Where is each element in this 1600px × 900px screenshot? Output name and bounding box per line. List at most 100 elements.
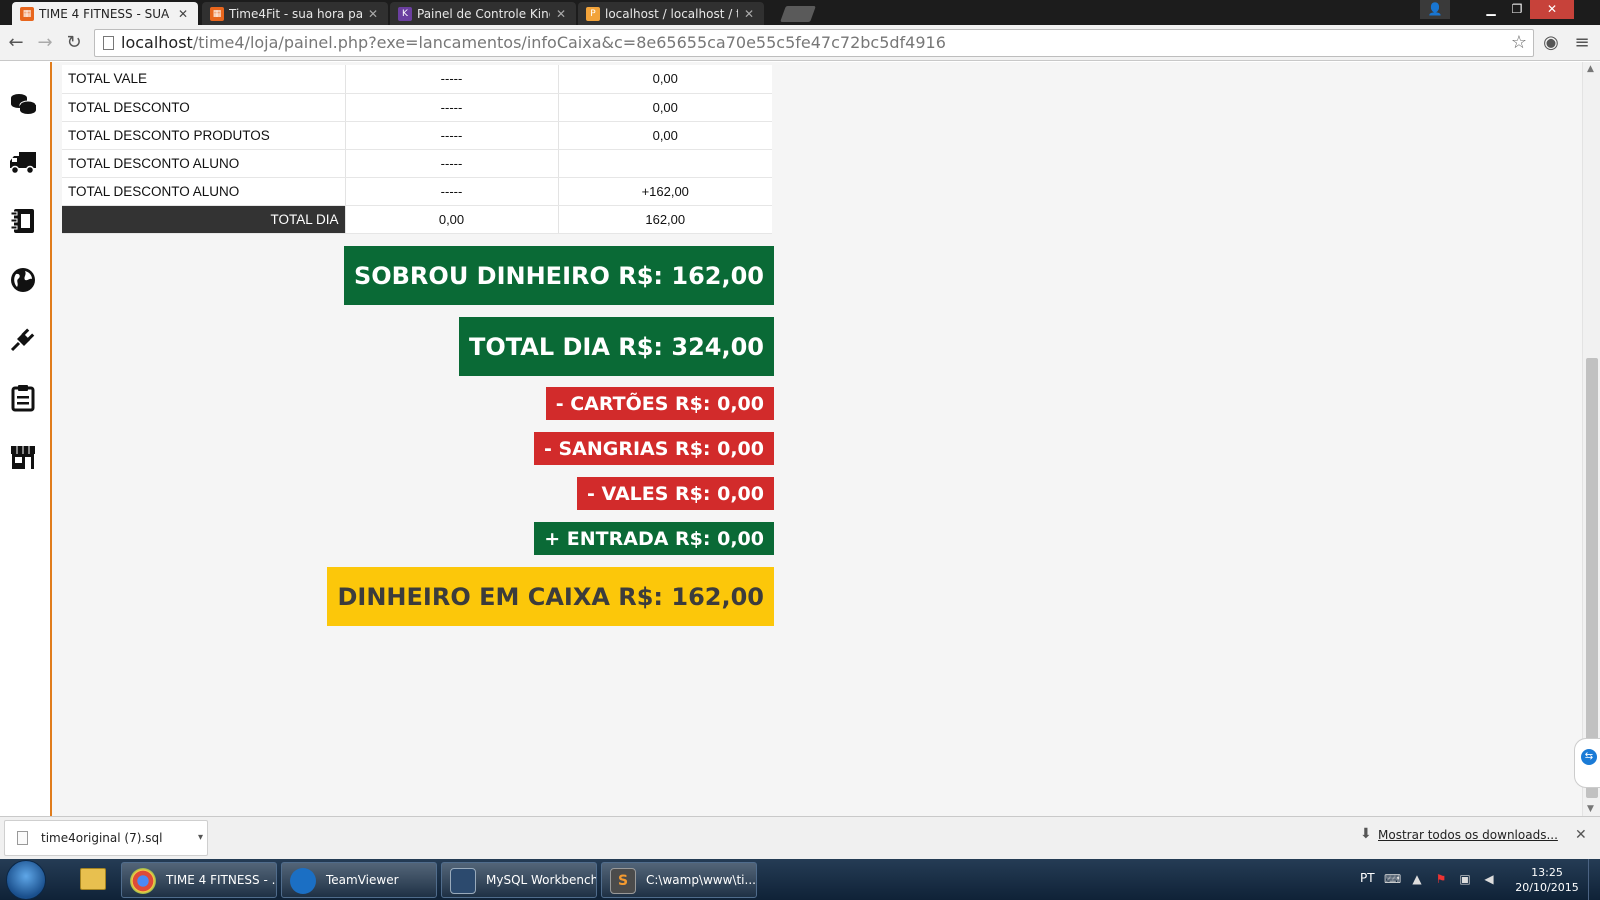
row-value-col3: 0,00 [557, 121, 772, 150]
new-tab-button[interactable] [780, 6, 816, 22]
total-value-col2: 0,00 [344, 205, 558, 234]
coins-icon[interactable] [8, 88, 38, 118]
tab-time4-fitness[interactable]: ▦ TIME 4 FITNESS - SUA HO ✕ [12, 2, 198, 25]
sangrias-box: - SANGRIAS R$: 0,00 [533, 432, 774, 465]
scroll-up-icon[interactable]: ▲ [1587, 64, 1594, 74]
keyboard-icon[interactable]: ⌨ [1384, 872, 1401, 886]
clock[interactable]: 13:25 20/10/2015 [1512, 865, 1582, 895]
store-icon[interactable] [8, 442, 38, 472]
show-all-downloads-link[interactable]: Mostrar todos os downloads... [1378, 828, 1558, 842]
book-icon[interactable] [8, 206, 38, 236]
download-item[interactable]: time4original (7).sql ▾ [4, 820, 208, 856]
row-label: TOTAL DESCONTO ALUNO [62, 149, 345, 178]
download-shelf: time4original (7).sql ▾ ⬇ Mostrar todos … [0, 816, 1600, 859]
page-scrollbar[interactable]: ▲ ▼ [1582, 62, 1600, 816]
phpmyadmin-icon: P [586, 6, 600, 21]
folder-icon [80, 868, 106, 890]
row-value-col2: ----- [344, 93, 558, 122]
row-value-col3: 0,00 [557, 65, 772, 94]
row-value-col2: ----- [344, 121, 558, 150]
forward-arrow-icon[interactable]: → [34, 32, 56, 54]
chevron-down-icon[interactable]: ▾ [198, 821, 203, 855]
close-window-icon[interactable]: ✕ [1530, 0, 1574, 19]
taskbar-button-mysql-workbench[interactable]: MySQL Workbench [441, 862, 597, 898]
tab-time4fit[interactable]: ▦ Time4Fit - sua hora para t ✕ [202, 2, 388, 25]
download-arrow-icon: ⬇ [1360, 826, 1372, 842]
address-bar[interactable]: localhost/time4/loja/painel.php?exe=lanc… [94, 29, 1534, 57]
row-label: TOTAL DESCONTO ALUNO [62, 177, 345, 206]
tab-close-icon[interactable]: ✕ [366, 7, 380, 21]
orange-grid-icon: ▦ [210, 6, 224, 21]
sobrou-dinheiro-box: SOBROU DINHEIRO R$: 162,00 [343, 246, 774, 305]
volume-icon[interactable]: ◀ [1482, 872, 1496, 886]
table-row: TOTAL DESCONTO PRODUTOS ----- 0,00 [62, 121, 772, 150]
tab-painel-controle[interactable]: K Painel de Controle Kinghc ✕ [390, 2, 576, 25]
extension-icon[interactable]: ◉ [1540, 32, 1562, 54]
teamviewer-widget[interactable]: ⇆ [1574, 738, 1600, 788]
taskbar-label: TeamViewer [326, 873, 399, 887]
table-row: TOTAL DESCONTO ALUNO ----- +162,00 [62, 177, 772, 206]
clock-date: 20/10/2015 [1515, 881, 1579, 894]
table-row: TOTAL VALE ----- 0,00 [62, 65, 772, 94]
vales-box: - VALES R$: 0,00 [577, 477, 774, 510]
row-value-col2: ----- [344, 65, 558, 94]
mysql-workbench-icon [450, 868, 476, 894]
dinheiro-em-caixa-box: DINHEIRO EM CAIXA R$: 162,00 [327, 567, 774, 626]
explorer-taskbar-button[interactable] [70, 862, 116, 898]
row-label: TOTAL DESCONTO [62, 93, 345, 122]
minimize-icon[interactable]: ▁ [1478, 0, 1504, 19]
windows-taskbar: TIME 4 FITNESS - ... TeamViewer MySQL Wo… [0, 859, 1600, 900]
network-icon[interactable]: ▣ [1458, 872, 1472, 886]
taskbar-label: MySQL Workbench [486, 873, 597, 887]
page-icon [103, 36, 114, 50]
row-label: TOTAL DESCONTO PRODUTOS [62, 121, 345, 150]
reload-icon[interactable]: ↻ [63, 32, 85, 54]
tab-close-icon[interactable]: ✕ [554, 7, 568, 21]
taskbar-label: C:\wamp\www\ti... [646, 873, 756, 887]
bookmark-star-icon[interactable]: ☆ [1511, 30, 1527, 56]
orange-grid-icon: ▦ [20, 6, 34, 21]
teamviewer-icon [290, 868, 316, 894]
clipboard-icon[interactable] [8, 383, 38, 413]
truck-icon[interactable] [8, 147, 38, 177]
tab-phpmyadmin[interactable]: P localhost / localhost / tim ✕ [578, 2, 764, 25]
row-value-col3: 0,00 [557, 93, 772, 122]
row-value-col2: ----- [344, 149, 558, 178]
back-arrow-icon[interactable]: ← [5, 32, 27, 54]
clock-time: 13:25 [1531, 866, 1563, 879]
table-row: TOTAL DESCONTO ----- 0,00 [62, 93, 772, 122]
caixa-table: TOTAL VALE ----- 0,00 TOTAL DESCONTO ---… [62, 65, 772, 234]
profile-icon[interactable]: 👤 [1420, 0, 1450, 19]
scroll-thumb[interactable] [1586, 358, 1598, 798]
start-button[interactable] [6, 860, 46, 900]
main-content: TOTAL VALE ----- 0,00 TOTAL DESCONTO ---… [52, 62, 1582, 816]
taskbar-button-sublime[interactable]: S C:\wamp\www\ti... [601, 862, 757, 898]
action-center-flag-icon[interactable]: ⚑ [1434, 872, 1448, 886]
tab-close-icon[interactable]: ✕ [176, 7, 190, 21]
globe-icon[interactable] [8, 265, 38, 295]
plug-icon[interactable] [8, 324, 38, 354]
table-total-row: TOTAL DIA 0,00 162,00 [62, 205, 772, 234]
tab-title: TIME 4 FITNESS - SUA HO [39, 6, 172, 21]
taskbar-button-teamviewer[interactable]: TeamViewer [281, 862, 437, 898]
language-indicator[interactable]: PT [1360, 871, 1375, 885]
tab-title: Painel de Controle Kinghc [417, 6, 550, 21]
menu-icon[interactable]: ≡ [1571, 32, 1593, 54]
browser-tab-strip: ▦ TIME 4 FITNESS - SUA HO ✕ ▦ Time4Fit -… [0, 0, 1600, 25]
chrome-icon [130, 868, 156, 894]
tab-close-icon[interactable]: ✕ [742, 7, 756, 21]
table-row: TOTAL DESCONTO ALUNO ----- [62, 149, 772, 178]
row-value-col2: ----- [344, 177, 558, 206]
close-icon[interactable]: ✕ [1575, 827, 1587, 843]
row-value-col3 [557, 149, 772, 178]
url-host: localhost [121, 33, 193, 52]
show-desktop-button[interactable] [1588, 859, 1600, 900]
row-label: TOTAL VALE [62, 65, 345, 94]
entrada-box: + ENTRADA R$: 0,00 [534, 522, 774, 555]
scroll-down-icon[interactable]: ▼ [1587, 804, 1594, 814]
browser-toolbar: ← → ↻ localhost/time4/loja/painel.php?ex… [0, 25, 1600, 61]
sidebar [0, 62, 52, 816]
tray-expand-icon[interactable]: ▲ [1410, 872, 1424, 886]
restore-icon[interactable]: ❐ [1504, 0, 1530, 19]
taskbar-button-chrome[interactable]: TIME 4 FITNESS - ... [121, 862, 277, 898]
